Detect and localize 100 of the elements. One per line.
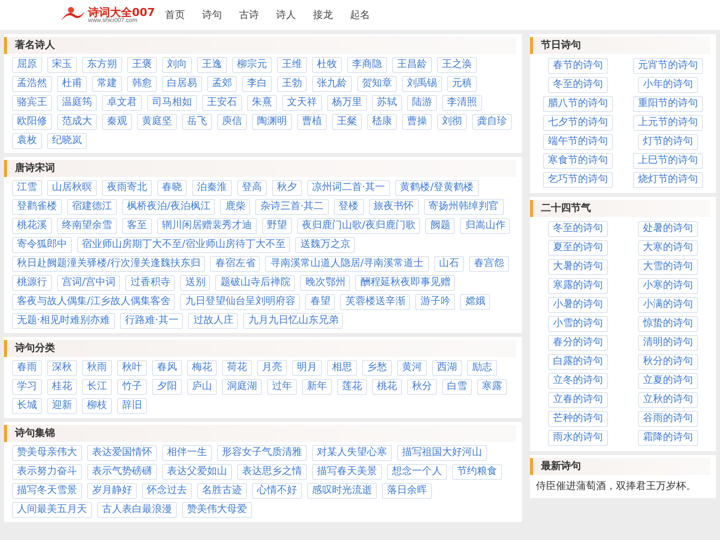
tag-link[interactable]: 山石 — [434, 256, 464, 272]
tag-link[interactable]: 梅花 — [187, 360, 217, 376]
tag-link[interactable]: 秋雨 — [82, 360, 112, 376]
tag-link[interactable]: 凉州词二首·其一 — [307, 180, 390, 196]
tag-link[interactable]: 表达思乡之情 — [237, 464, 307, 480]
tag-link[interactable]: 夜雨寄北 — [102, 180, 152, 196]
tag-link[interactable]: 过香积寺 — [125, 275, 176, 291]
tag-link[interactable]: 屈原 — [12, 57, 42, 73]
tag-link[interactable]: 人间最美五月天 — [12, 502, 92, 518]
tag-link[interactable]: 孟郊 — [207, 76, 237, 92]
tag-link[interactable]: 七夕节的诗句 — [543, 115, 613, 131]
tag-link[interactable]: 送别 — [180, 275, 210, 291]
tag-link[interactable]: 游子吟 — [415, 294, 456, 310]
tag-link[interactable]: 乡愁 — [362, 360, 392, 376]
tag-link[interactable]: 洞庭湖 — [222, 379, 262, 395]
tag-link[interactable]: 宿业师山房期丁大不至/宿业师山房待丁大不至 — [77, 237, 290, 253]
tag-link[interactable]: 霜降的诗句 — [638, 430, 698, 446]
tag-link[interactable]: 赞美伟大母爱 — [182, 502, 252, 518]
tag-link[interactable]: 白露的诗句 — [548, 354, 608, 370]
tag-link[interactable]: 孟浩然 — [12, 76, 52, 92]
tag-link[interactable]: 王安石 — [202, 95, 242, 111]
tag-link[interactable]: 落日余晖 — [382, 483, 432, 499]
tag-link[interactable]: 心情不好 — [252, 483, 302, 499]
tag-link[interactable]: 无题·相见时难别亦难 — [12, 313, 116, 329]
tag-link[interactable]: 庾信 — [217, 114, 247, 130]
tag-link[interactable]: 立秋的诗句 — [638, 392, 698, 408]
tag-link[interactable]: 登高 — [237, 180, 267, 196]
tag-link[interactable]: 长江 — [82, 379, 112, 395]
tag-link[interactable]: 龚自珍 — [472, 114, 512, 130]
tag-link[interactable]: 刘彻 — [437, 114, 467, 130]
tag-link[interactable]: 杜牧 — [312, 57, 342, 73]
tag-link[interactable]: 客至 — [122, 218, 152, 234]
tag-link[interactable]: 鹿柴 — [220, 199, 250, 215]
tag-link[interactable]: 东方朔 — [82, 57, 122, 73]
tag-link[interactable]: 柳宗元 — [232, 57, 272, 73]
tag-link[interactable]: 新年 — [302, 379, 332, 395]
tag-link[interactable]: 秋日赴阙题潼关驿楼/行次潼关逢魏扶东归 — [12, 256, 206, 272]
tag-link[interactable]: 宋玉 — [47, 57, 77, 73]
tag-link[interactable]: 灯节的诗句 — [638, 134, 698, 150]
tag-link[interactable]: 惊蛰的诗句 — [638, 316, 698, 332]
tag-link[interactable]: 秋叶 — [117, 360, 147, 376]
tag-link[interactable]: 描写春天美景 — [312, 464, 382, 480]
tag-link[interactable]: 立冬的诗句 — [548, 373, 608, 389]
tag-link[interactable]: 对某人失望心寒 — [312, 445, 392, 461]
tag-link[interactable]: 秋分 — [407, 379, 437, 395]
tag-link[interactable]: 夏至的诗句 — [548, 240, 608, 256]
tag-link[interactable]: 九日登望仙台呈刘明府容 — [180, 294, 300, 310]
tag-link[interactable]: 曹植 — [297, 114, 327, 130]
tag-link[interactable]: 李白 — [242, 76, 272, 92]
tag-link[interactable]: 寒食节的诗句 — [543, 153, 613, 169]
tag-link[interactable]: 小寒的诗句 — [638, 278, 698, 294]
tag-link[interactable]: 荷花 — [222, 360, 252, 376]
tag-link[interactable]: 枫桥夜泊/夜泊枫江 — [122, 199, 216, 215]
tag-link[interactable]: 王逸 — [197, 57, 227, 73]
tag-link[interactable]: 宫词/宫中词 — [57, 275, 120, 291]
tag-link[interactable]: 江雪 — [12, 180, 42, 196]
nav-link[interactable]: 接龙 — [313, 8, 350, 22]
tag-link[interactable]: 西湖 — [432, 360, 462, 376]
tag-link[interactable]: 桃花溪 — [12, 218, 52, 234]
tag-link[interactable]: 纪晓岚 — [47, 133, 87, 149]
nav-link[interactable]: 古诗 — [239, 8, 276, 22]
tag-link[interactable]: 刘向 — [162, 57, 192, 73]
tag-link[interactable]: 秦观 — [102, 114, 132, 130]
tag-link[interactable]: 大寒的诗句 — [638, 240, 698, 256]
tag-link[interactable]: 登楼 — [334, 199, 364, 215]
tag-link[interactable]: 小年的诗句 — [638, 77, 698, 93]
tag-link[interactable]: 芙蓉楼送辛渐 — [340, 294, 410, 310]
tag-link[interactable]: 寄扬州韩绰判官 — [424, 199, 504, 215]
tag-link[interactable]: 芒种的诗句 — [548, 411, 608, 427]
tag-link[interactable]: 山居秋暝 — [47, 180, 97, 196]
tag-link[interactable]: 黄庭坚 — [137, 114, 177, 130]
tag-link[interactable]: 袁枚 — [12, 133, 42, 149]
tag-link[interactable]: 黄鹤楼/登黄鹤楼 — [395, 180, 479, 196]
tag-link[interactable]: 形容女子气质清雅 — [217, 445, 307, 461]
tag-link[interactable]: 司马相如 — [147, 95, 197, 111]
tag-link[interactable]: 重阳节的诗句 — [633, 96, 703, 112]
tag-link[interactable]: 王昌龄 — [392, 57, 432, 73]
tag-link[interactable]: 王粲 — [332, 114, 362, 130]
tag-link[interactable]: 春望 — [305, 294, 336, 310]
tag-link[interactable]: 寄令狐郎中 — [12, 237, 72, 253]
tag-link[interactable]: 冬至的诗句 — [548, 77, 608, 93]
tag-link[interactable]: 曹操 — [402, 114, 432, 130]
tag-link[interactable]: 白雪 — [442, 379, 472, 395]
tag-link[interactable]: 王褒 — [127, 57, 157, 73]
tag-link[interactable]: 过年 — [267, 379, 297, 395]
tag-link[interactable]: 表示气势磅礴 — [87, 464, 157, 480]
tag-link[interactable]: 陶渊明 — [252, 114, 292, 130]
tag-link[interactable]: 春雨 — [12, 360, 42, 376]
tag-link[interactable]: 桃花 — [372, 379, 402, 395]
tag-link[interactable]: 九月九日忆山东兄弟 — [243, 313, 344, 329]
tag-link[interactable]: 李清照 — [442, 95, 482, 111]
tag-link[interactable]: 节约粮食 — [452, 464, 502, 480]
tag-link[interactable]: 野望 — [262, 218, 292, 234]
tag-link[interactable]: 迎新 — [47, 398, 77, 414]
tag-link[interactable]: 深秋 — [47, 360, 77, 376]
tag-link[interactable]: 元宵节的诗句 — [633, 58, 703, 74]
tag-link[interactable]: 宿建德江 — [67, 199, 117, 215]
tag-link[interactable]: 过故人庄 — [188, 313, 238, 329]
tag-link[interactable]: 冬至的诗句 — [548, 221, 608, 237]
tag-link[interactable]: 杨万里 — [327, 95, 367, 111]
